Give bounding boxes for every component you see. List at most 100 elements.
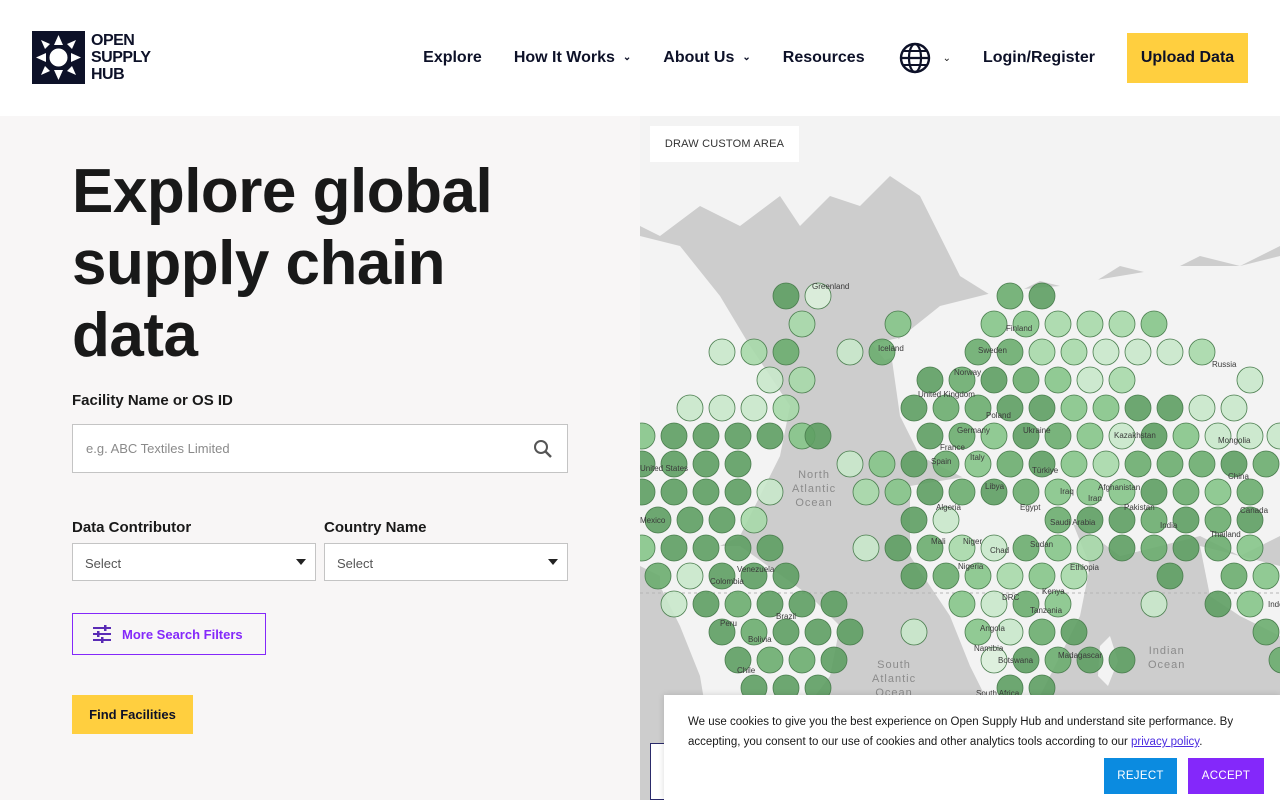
facility-search-input[interactable] (73, 425, 513, 472)
facility-cluster-marker[interactable] (1092, 338, 1120, 366)
facility-cluster-marker[interactable] (1236, 366, 1264, 394)
facility-cluster-marker[interactable] (852, 534, 880, 562)
facility-cluster-marker[interactable] (756, 534, 784, 562)
facility-cluster-marker[interactable] (820, 646, 848, 674)
facility-cluster-marker[interactable] (916, 478, 944, 506)
facility-cluster-marker[interactable] (1076, 310, 1104, 338)
facility-cluster-marker[interactable] (900, 562, 928, 590)
facility-cluster-marker[interactable] (1092, 450, 1120, 478)
facility-cluster-marker[interactable] (756, 422, 784, 450)
facility-cluster-marker[interactable] (1236, 590, 1264, 618)
facility-cluster-marker[interactable] (1268, 646, 1280, 674)
facility-cluster-marker[interactable] (1204, 478, 1232, 506)
facility-cluster-marker[interactable] (1060, 618, 1088, 646)
map-control-widget[interactable] (650, 743, 664, 800)
facility-cluster-marker[interactable] (1266, 422, 1280, 450)
facility-cluster-marker[interactable] (1108, 310, 1136, 338)
facility-cluster-marker[interactable] (1012, 366, 1040, 394)
facility-cluster-marker[interactable] (708, 506, 736, 534)
facility-cluster-marker[interactable] (772, 338, 800, 366)
facility-cluster-marker[interactable] (772, 394, 800, 422)
facility-cluster-marker[interactable] (804, 422, 832, 450)
reject-cookies-button[interactable]: REJECT (1104, 758, 1177, 794)
privacy-policy-link[interactable]: privacy policy (1131, 736, 1199, 748)
facility-cluster-marker[interactable] (740, 338, 768, 366)
facility-cluster-marker[interactable] (660, 422, 688, 450)
facility-cluster-marker[interactable] (692, 450, 720, 478)
facility-cluster-marker[interactable] (692, 422, 720, 450)
accept-cookies-button[interactable]: ACCEPT (1188, 758, 1264, 794)
facility-cluster-marker[interactable] (836, 338, 864, 366)
facility-cluster-marker[interactable] (1108, 366, 1136, 394)
facility-cluster-marker[interactable] (1236, 534, 1264, 562)
facility-cluster-marker[interactable] (1156, 450, 1184, 478)
facility-cluster-marker[interactable] (708, 394, 736, 422)
facility-cluster-marker[interactable] (772, 618, 800, 646)
facility-cluster-marker[interactable] (1108, 646, 1136, 674)
facility-cluster-marker[interactable] (948, 478, 976, 506)
facility-cluster-marker[interactable] (1028, 394, 1056, 422)
facility-cluster-marker[interactable] (1124, 450, 1152, 478)
facility-cluster-marker[interactable] (836, 450, 864, 478)
facility-cluster-marker[interactable] (676, 506, 704, 534)
facility-cluster-marker[interactable] (1156, 338, 1184, 366)
data-contributor-select[interactable]: Select (72, 543, 316, 581)
facility-cluster-marker[interactable] (1140, 310, 1168, 338)
facility-cluster-marker[interactable] (1252, 562, 1280, 590)
facility-cluster-marker[interactable] (1204, 590, 1232, 618)
facility-cluster-marker[interactable] (1092, 394, 1120, 422)
facility-cluster-marker[interactable] (676, 394, 704, 422)
facility-cluster-marker[interactable] (724, 422, 752, 450)
facility-cluster-marker[interactable] (1188, 450, 1216, 478)
facility-cluster-marker[interactable] (1252, 450, 1280, 478)
facility-cluster-marker[interactable] (1124, 394, 1152, 422)
facility-cluster-marker[interactable] (1188, 394, 1216, 422)
facility-cluster-marker[interactable] (1028, 562, 1056, 590)
facility-cluster-marker[interactable] (644, 562, 672, 590)
find-facilities-button[interactable]: Find Facilities (72, 695, 193, 734)
facility-cluster-marker[interactable] (1028, 282, 1056, 310)
facility-cluster-marker[interactable] (884, 310, 912, 338)
facility-cluster-marker[interactable] (1108, 534, 1136, 562)
facility-cluster-marker[interactable] (756, 646, 784, 674)
facility-cluster-marker[interactable] (1060, 450, 1088, 478)
facility-cluster-marker[interactable] (724, 450, 752, 478)
facility-cluster-marker[interactable] (1076, 422, 1104, 450)
facility-cluster-marker[interactable] (1220, 394, 1248, 422)
facility-cluster-marker[interactable] (1076, 534, 1104, 562)
nav-resources[interactable]: Resources (783, 49, 865, 67)
facility-cluster-marker[interactable] (676, 562, 704, 590)
facility-cluster-marker[interactable] (900, 618, 928, 646)
facility-cluster-marker[interactable] (1140, 534, 1168, 562)
facility-cluster-marker[interactable] (1124, 338, 1152, 366)
facility-cluster-marker[interactable] (660, 534, 688, 562)
open-supply-hub-logo[interactable]: OPEN SUPPLY HUB (32, 31, 172, 85)
facility-cluster-marker[interactable] (836, 618, 864, 646)
facility-cluster-marker[interactable] (996, 282, 1024, 310)
facility-cluster-marker[interactable] (900, 506, 928, 534)
facility-cluster-marker[interactable] (640, 478, 656, 506)
nav-about-us[interactable]: About Us ⌄ (663, 49, 751, 67)
facility-cluster-marker[interactable] (772, 282, 800, 310)
facility-cluster-marker[interactable] (1060, 338, 1088, 366)
nav-login-register[interactable]: Login/Register (983, 49, 1095, 67)
facility-cluster-marker[interactable] (1140, 590, 1168, 618)
facility-cluster-marker[interactable] (692, 590, 720, 618)
facility-cluster-marker[interactable] (948, 590, 976, 618)
facility-cluster-marker[interactable] (660, 590, 688, 618)
facility-cluster-marker[interactable] (980, 310, 1008, 338)
facility-cluster-marker[interactable] (1140, 478, 1168, 506)
country-name-select[interactable]: Select (324, 543, 568, 581)
facility-cluster-marker[interactable] (900, 450, 928, 478)
facility-cluster-marker[interactable] (932, 562, 960, 590)
facility-cluster-marker[interactable] (788, 310, 816, 338)
facility-cluster-marker[interactable] (1236, 478, 1264, 506)
facility-cluster-marker[interactable] (756, 478, 784, 506)
facility-cluster-marker[interactable] (1060, 394, 1088, 422)
facility-cluster-marker[interactable] (692, 534, 720, 562)
facility-cluster-marker[interactable] (868, 450, 896, 478)
facility-cluster-marker[interactable] (1220, 562, 1248, 590)
facility-cluster-marker[interactable] (640, 534, 656, 562)
facility-cluster-marker[interactable] (1172, 534, 1200, 562)
facility-cluster-marker[interactable] (660, 478, 688, 506)
